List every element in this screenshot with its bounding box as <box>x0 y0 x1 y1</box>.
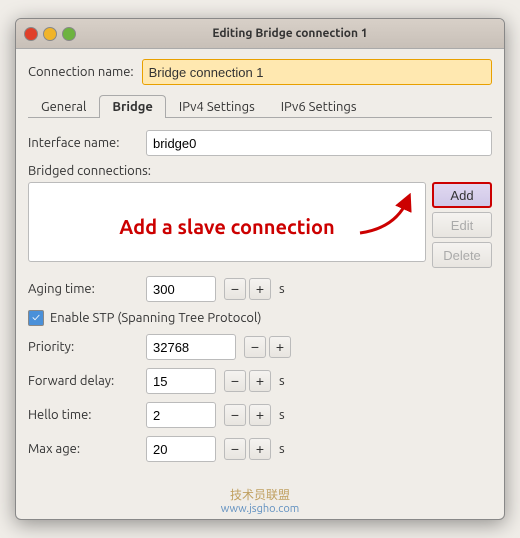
priority-decrement[interactable]: − <box>244 336 266 358</box>
aging-time-unit: s <box>279 282 285 296</box>
edit-button[interactable]: Edit <box>432 212 492 238</box>
bridged-list: Add a slave connection <box>28 182 426 262</box>
connection-name-input[interactable] <box>142 59 492 85</box>
aging-time-input[interactable] <box>146 276 216 302</box>
arrow-icon <box>355 193 415 243</box>
titlebar: Editing Bridge connection 1 <box>16 19 504 49</box>
main-window: Editing Bridge connection 1 Connection n… <box>15 18 505 520</box>
bridged-connections-label: Bridged connections: <box>28 164 492 178</box>
hello-time-spinbtns: − + <box>224 404 271 426</box>
bridged-buttons: Add Edit Delete <box>432 182 492 268</box>
bridged-area: Add a slave connection Add Edit Delete <box>28 182 492 268</box>
connection-name-row: Connection name: <box>28 59 492 85</box>
forward-delay-row: Forward delay: − + s <box>28 368 492 394</box>
max-age-label: Max age: <box>28 442 138 456</box>
tabs-bar: General Bridge IPv4 Settings IPv6 Settin… <box>28 95 492 118</box>
aging-time-row: Aging time: − + s <box>28 276 492 302</box>
tab-general[interactable]: General <box>28 95 99 118</box>
hello-time-input[interactable] <box>146 402 216 428</box>
stp-label: Enable STP (Spanning Tree Protocol) <box>50 311 261 325</box>
max-age-row: Max age: − + s <box>28 436 492 462</box>
hello-time-row: Hello time: − + s <box>28 402 492 428</box>
priority-input[interactable] <box>146 334 236 360</box>
slave-connection-text: Add a slave connection <box>119 215 334 238</box>
forward-delay-input[interactable] <box>146 368 216 394</box>
window-controls <box>24 27 76 41</box>
content-area: Connection name: General Bridge IPv4 Set… <box>16 49 504 480</box>
stp-checkbox[interactable]: ✓ <box>28 310 44 326</box>
priority-row: Priority: − + <box>28 334 492 360</box>
minimize-button[interactable] <box>43 27 57 41</box>
max-age-increment[interactable]: + <box>249 438 271 460</box>
interface-name-row: Interface name: <box>28 130 492 156</box>
forward-delay-unit: s <box>279 374 285 388</box>
max-age-decrement[interactable]: − <box>224 438 246 460</box>
add-button[interactable]: Add <box>432 182 492 208</box>
stp-row: ✓ Enable STP (Spanning Tree Protocol) <box>28 310 492 326</box>
max-age-spinbtns: − + <box>224 438 271 460</box>
aging-time-increment[interactable]: + <box>249 278 271 300</box>
watermark-url-text: www.jsgho.com <box>16 503 504 515</box>
forward-delay-spinbtns: − + <box>224 370 271 392</box>
hello-time-label: Hello time: <box>28 408 138 422</box>
priority-spinbtns: − + <box>244 336 291 358</box>
interface-name-input[interactable] <box>146 130 492 156</box>
delete-button[interactable]: Delete <box>432 242 492 268</box>
hello-time-increment[interactable]: + <box>249 404 271 426</box>
window-title: Editing Bridge connection 1 <box>84 27 496 40</box>
priority-label: Priority: <box>28 340 138 354</box>
tab-ipv6[interactable]: IPv6 Settings <box>268 95 370 118</box>
close-button[interactable] <box>24 27 38 41</box>
interface-name-label: Interface name: <box>28 136 138 150</box>
maximize-button[interactable] <box>62 27 76 41</box>
hello-time-decrement[interactable]: − <box>224 404 246 426</box>
forward-delay-increment[interactable]: + <box>249 370 271 392</box>
watermark: 技术员联盟 www.jsgho.com <box>16 480 504 519</box>
forward-delay-label: Forward delay: <box>28 374 138 388</box>
hello-time-unit: s <box>279 408 285 422</box>
aging-time-spinbtns: − + <box>224 278 271 300</box>
connection-name-label: Connection name: <box>28 65 134 79</box>
max-age-unit: s <box>279 442 285 456</box>
aging-time-decrement[interactable]: − <box>224 278 246 300</box>
tab-ipv4[interactable]: IPv4 Settings <box>166 95 268 118</box>
forward-delay-decrement[interactable]: − <box>224 370 246 392</box>
aging-time-label: Aging time: <box>28 282 138 296</box>
max-age-input[interactable] <box>146 436 216 462</box>
tab-bridge[interactable]: Bridge <box>99 95 166 118</box>
priority-increment[interactable]: + <box>269 336 291 358</box>
watermark-cn-text: 技术员联盟 <box>16 486 504 503</box>
